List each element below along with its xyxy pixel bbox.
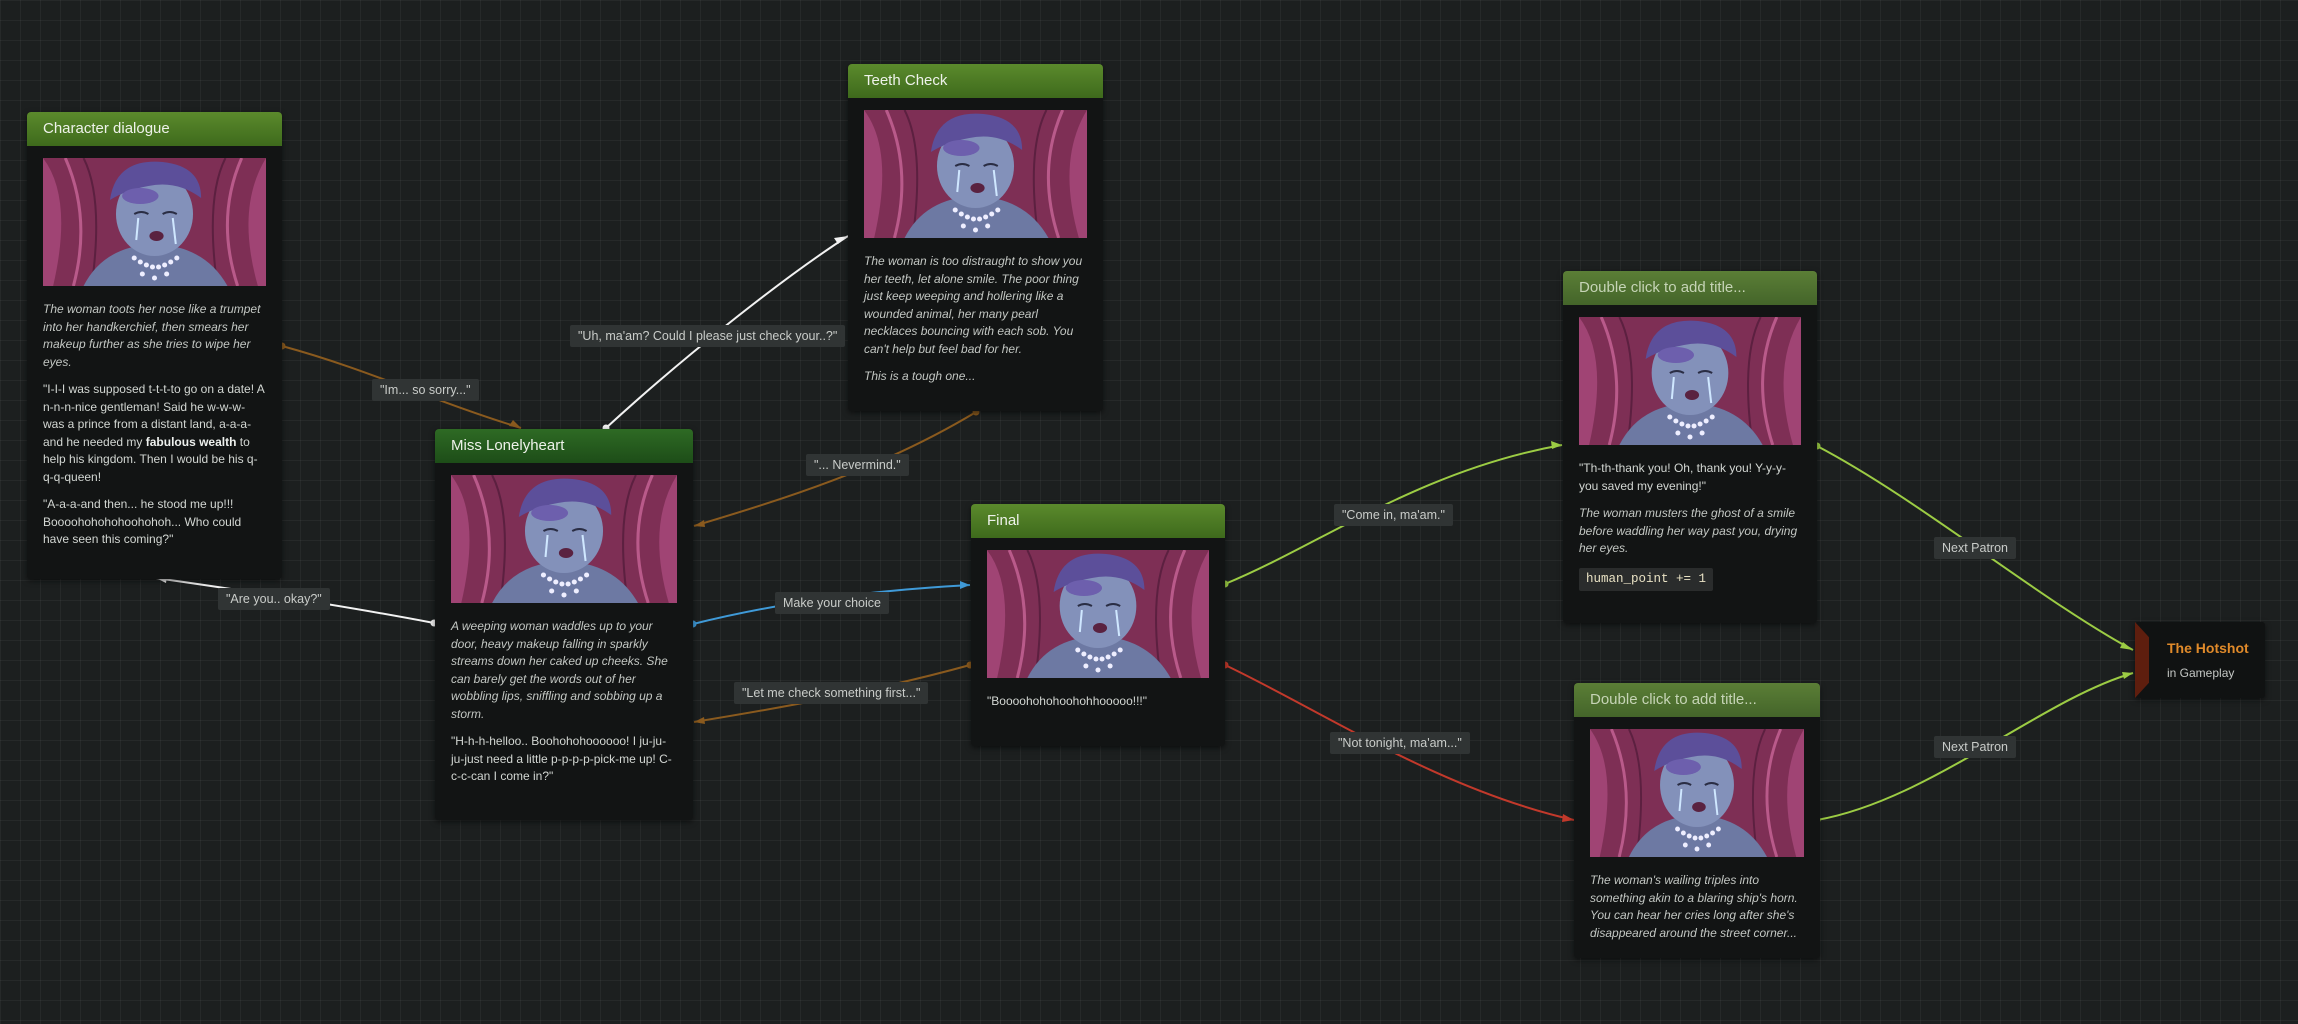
- dialogue-text-2: "A-a-a-and then... he stood me up!!! Boo…: [43, 497, 242, 546]
- node-untitled-bottom[interactable]: Double click to add title... The woman's…: [1574, 683, 1820, 958]
- label-make-your-choice[interactable]: Make your choice: [775, 592, 889, 614]
- label-check-something-first[interactable]: "Let me check something first...": [734, 682, 929, 704]
- node-title-placeholder[interactable]: Double click to add title...: [1574, 683, 1820, 717]
- narration-text: The woman musters the ghost of a smile b…: [1579, 506, 1798, 555]
- label-nevermind[interactable]: "... Nevermind.": [806, 454, 909, 476]
- hotshot-subtitle: in Gameplay: [2167, 666, 2235, 680]
- node-untitled-top[interactable]: Double click to add title... "Th-th-than…: [1563, 271, 1817, 623]
- label-im-so-sorry[interactable]: "Im... so sorry...": [372, 379, 479, 401]
- label-not-tonight[interactable]: "Not tonight, ma'am...": [1330, 732, 1470, 754]
- portrait-image: [451, 475, 677, 603]
- label-next-patron-top[interactable]: Next Patron: [1934, 537, 2017, 559]
- node-title[interactable]: Final: [971, 504, 1225, 538]
- node-title[interactable]: Miss Lonelyheart: [435, 429, 693, 463]
- node-teeth-check[interactable]: Teeth Check The woman is too distraught …: [848, 64, 1103, 411]
- node-the-hotshot[interactable]: The Hotshot in Gameplay: [2135, 622, 2265, 698]
- narration-text: The woman toots her nose like a trumpet …: [43, 302, 261, 369]
- narration-text: The woman's wailing triples into somethi…: [1590, 873, 1798, 940]
- node-title[interactable]: Teeth Check: [848, 64, 1103, 98]
- dialogue-text: "Boooohohohoohohhooooo!!!": [987, 694, 1148, 708]
- arrow-lonelyheart-in-2: [694, 520, 705, 527]
- narration-text: The woman is too distraught to show you …: [864, 254, 1083, 356]
- node-title-placeholder[interactable]: Double click to add title...: [1563, 271, 1817, 305]
- label-next-patron-bottom[interactable]: Next Patron: [1934, 736, 2017, 758]
- portrait-image: [1579, 317, 1801, 445]
- portrait-image: [1590, 729, 1804, 857]
- arrow-top-in: [1551, 441, 1562, 449]
- narration-text: A weeping woman waddles up to your door,…: [451, 619, 668, 721]
- arrow-bottom-in: [1562, 814, 1574, 822]
- code-snippet: human_point += 1: [1579, 567, 1714, 591]
- dialogue-text: "Th-th-thank you! Oh, thank you! Y-y-y-y…: [1579, 461, 1787, 493]
- label-come-in[interactable]: "Come in, ma'am.": [1334, 504, 1453, 526]
- dialogue-text: "I-I-I was supposed t-t-t-to go on a dat…: [43, 382, 265, 484]
- narration-text-2: This is a tough one...: [864, 369, 976, 383]
- label-check-teeth[interactable]: "Uh, ma'am? Could I please just check yo…: [570, 325, 846, 347]
- label-are-you-okay[interactable]: "Are you.. okay?": [218, 588, 330, 610]
- node-character-dialogue[interactable]: Character dialogue The woman toots her n…: [27, 112, 282, 579]
- portrait-image: [864, 110, 1087, 238]
- arrow-hotshot-in-2: [2122, 672, 2133, 679]
- arrow-lonelyheart-in: [509, 420, 521, 428]
- portrait-image: [43, 158, 266, 286]
- node-final[interactable]: Final "Boooohohohoohohhooooo!!!": [971, 504, 1225, 746]
- dialogue-text: "H-h-h-helloo.. Boohohohoooooo! I ju-ju-…: [451, 734, 672, 783]
- arrow-final-in: [960, 581, 970, 589]
- node-title[interactable]: Character dialogue: [27, 112, 282, 146]
- portrait-image: [987, 550, 1209, 678]
- node-miss-lonelyheart[interactable]: Miss Lonelyheart A weeping woman waddles…: [435, 429, 693, 820]
- arrow-lonelyheart-in-3: [694, 717, 705, 724]
- hotshot-title: The Hotshot: [2167, 640, 2249, 656]
- hotshot-tab: [2135, 622, 2149, 698]
